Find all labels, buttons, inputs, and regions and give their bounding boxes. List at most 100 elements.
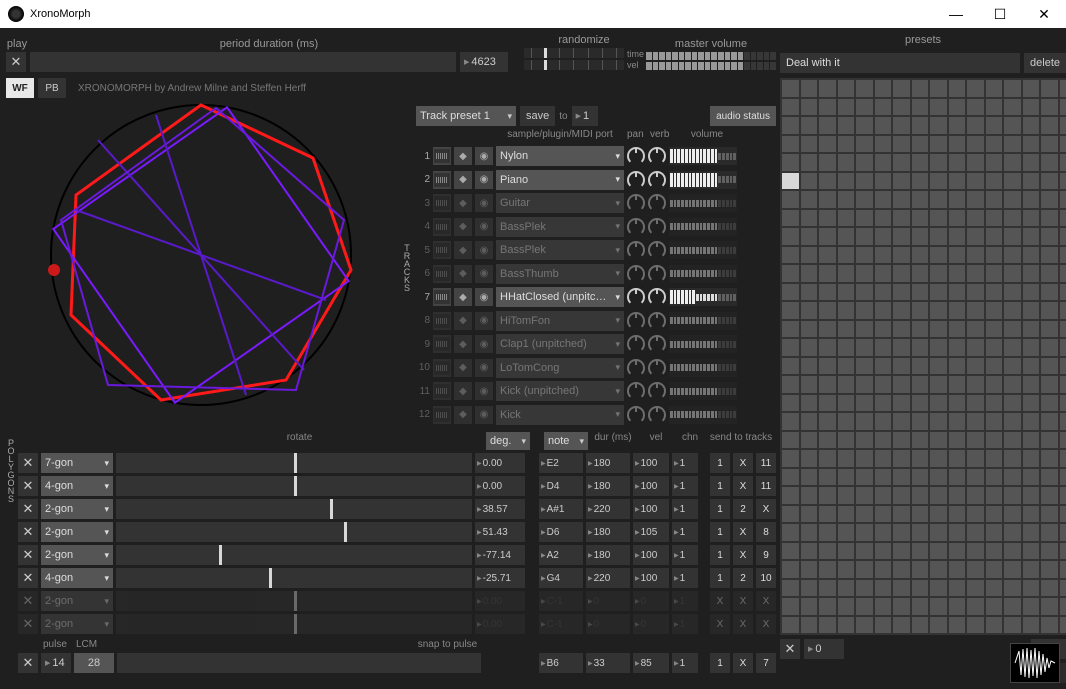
preset-cell[interactable] <box>875 191 892 208</box>
preset-cell[interactable] <box>838 450 855 467</box>
track-verb-knob[interactable] <box>648 382 666 400</box>
preset-cell[interactable] <box>986 432 1003 449</box>
preset-cell[interactable] <box>912 469 929 486</box>
preset-cell[interactable] <box>893 524 910 541</box>
preset-cell[interactable] <box>875 210 892 227</box>
polygon-mute-button[interactable]: ✕ <box>18 614 38 634</box>
track-plugin-button[interactable]: ◆ <box>454 312 472 330</box>
preset-cell[interactable] <box>949 561 966 578</box>
preset-cell[interactable] <box>930 191 947 208</box>
polygon-send-3[interactable]: 11 <box>756 476 776 496</box>
preset-cell[interactable] <box>930 617 947 634</box>
preset-cell[interactable] <box>967 543 984 560</box>
note-mode-dropdown[interactable]: note <box>544 432 588 450</box>
track-pan-knob[interactable] <box>627 359 645 377</box>
track-pan-knob[interactable] <box>627 265 645 283</box>
preset-cell[interactable] <box>949 173 966 190</box>
preset-cell[interactable] <box>819 469 836 486</box>
preset-cell[interactable] <box>967 99 984 116</box>
preset-cell[interactable] <box>1023 302 1040 319</box>
preset-cell[interactable] <box>856 247 873 264</box>
preset-cell[interactable] <box>967 210 984 227</box>
polygon-note[interactable]: E2 <box>539 453 583 473</box>
polygon-send-3[interactable]: 8 <box>756 522 776 542</box>
preset-cell[interactable] <box>875 450 892 467</box>
preset-cell[interactable] <box>1023 506 1040 523</box>
track-midi-button[interactable]: ◉ <box>475 241 493 259</box>
randomize-vel-slider[interactable] <box>524 60 624 70</box>
preset-cell[interactable] <box>838 173 855 190</box>
preset-cell[interactable] <box>819 598 836 615</box>
track-wave-button[interactable] <box>433 241 451 259</box>
preset-cell[interactable] <box>782 469 799 486</box>
preset-cell[interactable] <box>1023 395 1040 412</box>
polygon-rotate-slider[interactable] <box>116 476 472 496</box>
preset-cell[interactable] <box>1004 413 1021 430</box>
preset-cell[interactable] <box>838 598 855 615</box>
preset-cell[interactable] <box>782 524 799 541</box>
track-midi-button[interactable]: ◉ <box>475 312 493 330</box>
preset-cell[interactable] <box>782 450 799 467</box>
preset-cell[interactable] <box>1060 284 1066 301</box>
preset-cell[interactable] <box>930 99 947 116</box>
preset-cell[interactable] <box>782 284 799 301</box>
preset-cell[interactable] <box>838 247 855 264</box>
preset-cell[interactable] <box>967 80 984 97</box>
track-verb-knob[interactable] <box>648 218 666 236</box>
preset-cell[interactable] <box>949 413 966 430</box>
preset-cell[interactable] <box>986 450 1003 467</box>
preset-cell[interactable] <box>912 321 929 338</box>
preset-cell[interactable] <box>930 395 947 412</box>
preset-cell[interactable] <box>986 228 1003 245</box>
preset-cell[interactable] <box>1023 191 1040 208</box>
preset-cell[interactable] <box>782 543 799 560</box>
preset-cell[interactable] <box>893 598 910 615</box>
preset-cell[interactable] <box>967 413 984 430</box>
preset-cell[interactable] <box>967 339 984 356</box>
preset-cell[interactable] <box>801 265 818 282</box>
track-plugin-button[interactable]: ◆ <box>454 406 472 424</box>
polygon-note[interactable]: D6 <box>539 522 583 542</box>
track-verb-knob[interactable] <box>648 241 666 259</box>
track-midi-button[interactable]: ◉ <box>475 335 493 353</box>
preset-cell[interactable] <box>838 117 855 134</box>
track-plugin-button[interactable]: ◆ <box>454 382 472 400</box>
preset-cell[interactable] <box>949 524 966 541</box>
preset-cell[interactable] <box>930 210 947 227</box>
preset-cell[interactable] <box>893 617 910 634</box>
preset-cell[interactable] <box>856 395 873 412</box>
preset-cell[interactable] <box>1023 321 1040 338</box>
preset-cell[interactable] <box>819 358 836 375</box>
preset-cell[interactable] <box>893 321 910 338</box>
track-plugin-button[interactable]: ◆ <box>454 241 472 259</box>
preset-cell[interactable] <box>856 117 873 134</box>
track-plugin-button[interactable]: ◆ <box>454 265 472 283</box>
preset-cell[interactable] <box>930 339 947 356</box>
preset-cell[interactable] <box>967 173 984 190</box>
preset-cell[interactable] <box>893 543 910 560</box>
preset-cell[interactable] <box>1060 506 1066 523</box>
preset-cell[interactable] <box>838 191 855 208</box>
bottom-send-2[interactable]: X <box>733 653 753 673</box>
preset-cell[interactable] <box>1004 302 1021 319</box>
preset-cell[interactable] <box>856 210 873 227</box>
preset-cell[interactable] <box>1041 302 1058 319</box>
track-wave-button[interactable] <box>433 265 451 283</box>
polygon-note[interactable]: G4 <box>539 568 583 588</box>
preset-cell[interactable] <box>1023 173 1040 190</box>
preset-cell[interactable] <box>1004 432 1021 449</box>
track-pan-knob[interactable] <box>627 241 645 259</box>
preset-cell[interactable] <box>856 432 873 449</box>
track-midi-button[interactable]: ◉ <box>475 406 493 424</box>
preset-cell[interactable] <box>930 469 947 486</box>
preset-cell[interactable] <box>967 376 984 393</box>
preset-cell[interactable] <box>819 302 836 319</box>
preset-cell[interactable] <box>856 358 873 375</box>
track-wave-button[interactable] <box>433 171 451 189</box>
preset-cell[interactable] <box>986 99 1003 116</box>
preset-cell[interactable] <box>1023 487 1040 504</box>
polygon-mute-button[interactable]: ✕ <box>18 476 38 496</box>
preset-cell[interactable] <box>912 413 929 430</box>
preset-cell[interactable] <box>782 265 799 282</box>
preset-cell[interactable] <box>967 450 984 467</box>
